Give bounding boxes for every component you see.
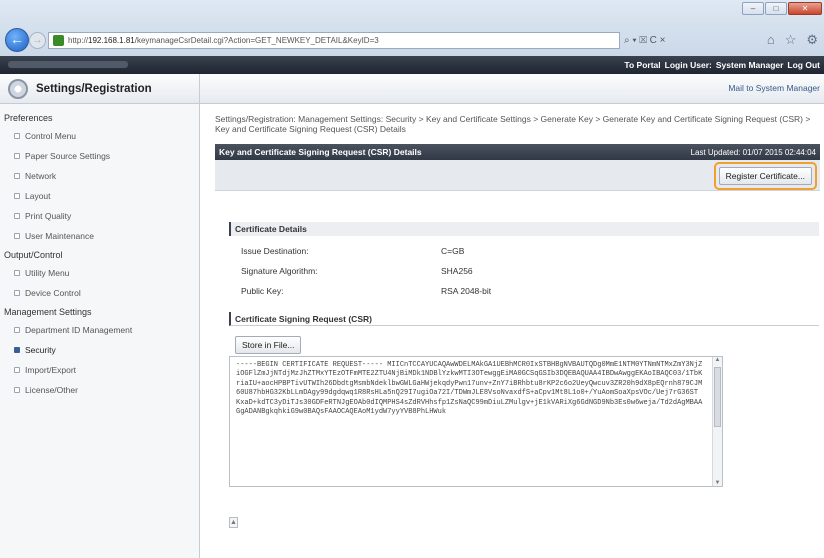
sidebar-item-label: Utility Menu xyxy=(25,268,70,278)
address-actions[interactable]: ⌕ ▾ ☒ C × xyxy=(620,32,690,49)
breadcrumb: Settings/Registration: Management Settin… xyxy=(215,114,811,134)
sidebar-item-layout[interactable]: Layout xyxy=(0,186,199,206)
csr-textarea[interactable]: -----BEGIN CERTIFICATE REQUEST----- MIIC… xyxy=(229,356,723,487)
sidebar-item-label: Control Menu xyxy=(25,131,77,141)
close-button[interactable]: ✕ xyxy=(788,2,822,15)
sidebar-item-security[interactable]: Security xyxy=(0,340,199,360)
address-bar[interactable]: http://192.168.1.81/keymanageCsrDetail.c… xyxy=(48,32,620,49)
bullet-icon xyxy=(14,153,20,159)
favorites-icon[interactable]: ☆ xyxy=(785,32,797,48)
url-path: /keymanageCsrDetail.cgi?Action=GET_NEWKE… xyxy=(134,36,379,45)
bullet-icon xyxy=(14,367,20,373)
top-bar: To Portal Login User: System Manager Log… xyxy=(0,56,824,74)
sidebar-item-label: Device Control xyxy=(25,288,81,298)
sidebar-heading-preferences: Preferences xyxy=(4,113,53,123)
forward-button[interactable]: → xyxy=(29,32,46,49)
sidebar-item-department-id[interactable]: Department ID Management xyxy=(0,320,199,340)
store-in-file-button[interactable]: Store in File... xyxy=(235,336,302,354)
bullet-icon xyxy=(14,387,20,393)
minimize-button[interactable]: – xyxy=(742,2,764,15)
sidebar-item-label: User Maintenance xyxy=(25,231,94,241)
sidebar: Preferences Control Menu Paper Source Se… xyxy=(0,104,200,558)
last-updated: Last Updated: 01/07 2015 02:44:04 xyxy=(690,147,816,157)
public-key-label: Public Key: xyxy=(241,286,284,296)
section-title: Key and Certificate Signing Request (CSR… xyxy=(219,147,422,157)
signature-algorithm-value: SHA256 xyxy=(441,266,473,276)
bullet-icon xyxy=(14,193,20,199)
scroll-thumb[interactable] xyxy=(714,367,721,427)
issue-destination-value: C=GB xyxy=(441,246,465,256)
home-icon[interactable]: ⌂ xyxy=(767,32,775,48)
csr-heading: Certificate Signing Request (CSR) xyxy=(229,312,819,326)
main-content: Settings/Registration: Management Settin… xyxy=(201,104,824,558)
mail-to-manager-link[interactable]: Mail to System Manager xyxy=(728,83,820,93)
register-highlight: Register Certificate... xyxy=(713,162,817,190)
app-title: Settings/Registration xyxy=(36,83,152,95)
scroll-up-icon[interactable]: ▲ xyxy=(714,357,721,363)
sidebar-heading-management: Management Settings xyxy=(4,307,92,317)
sidebar-item-import-export[interactable]: Import/Export xyxy=(0,360,199,380)
bullet-icon xyxy=(14,133,20,139)
public-key-value: RSA 2048-bit xyxy=(441,286,492,296)
brand-logo xyxy=(8,61,128,68)
browser-tools: ⌂ ☆ ⚙ xyxy=(767,32,818,48)
sidebar-item-label: Network xyxy=(25,171,57,181)
sidebar-item-user-maintenance[interactable]: User Maintenance xyxy=(0,226,199,246)
settings-icon[interactable]: ⚙ xyxy=(806,32,818,48)
url-prefix: http:// xyxy=(68,36,89,45)
app-title-area: Settings/Registration xyxy=(0,74,200,104)
maximize-button[interactable]: □ xyxy=(765,2,787,15)
bullet-icon xyxy=(14,347,20,353)
sidebar-item-network[interactable]: Network xyxy=(0,166,199,186)
page-top-icon[interactable]: ▲ xyxy=(229,517,238,528)
browser-chrome: – □ ✕ ← → http://192.168.1.81/keymanageC… xyxy=(0,0,824,56)
settings-gear-icon xyxy=(8,79,28,99)
sidebar-heading-output-control: Output/Control xyxy=(4,250,63,260)
signature-algorithm-label: Signature Algorithm: xyxy=(241,266,318,276)
sidebar-item-label: Paper Source Settings xyxy=(25,151,111,161)
certificate-details-heading: Certificate Details xyxy=(229,222,819,236)
sidebar-item-print-quality[interactable]: Print Quality xyxy=(0,206,199,226)
csr-scrollbar[interactable]: ▲ ▼ xyxy=(712,357,722,486)
button-bar: Register Certificate... xyxy=(215,160,820,191)
bullet-icon xyxy=(14,327,20,333)
login-user: System Manager xyxy=(715,60,784,70)
section-header: Key and Certificate Signing Request (CSR… xyxy=(215,144,820,160)
sidebar-item-label: Print Quality xyxy=(25,211,72,221)
login-user-label: Login User: xyxy=(664,60,712,70)
sidebar-item-utility-menu[interactable]: Utility Menu xyxy=(0,263,199,283)
sidebar-item-control-menu[interactable]: Control Menu xyxy=(0,126,199,146)
window-controls: – □ ✕ xyxy=(742,2,822,15)
bullet-icon xyxy=(14,233,20,239)
app-header: Settings/Registration Mail to System Man… xyxy=(0,74,824,104)
sidebar-item-label: Department ID Management xyxy=(25,325,133,335)
scroll-down-icon[interactable]: ▼ xyxy=(714,480,721,486)
back-button[interactable]: ← xyxy=(5,28,29,52)
bullet-icon xyxy=(14,270,20,276)
url-host: 192.168.1.81 xyxy=(88,36,135,45)
portal-link[interactable]: To Portal xyxy=(624,60,660,70)
register-certificate-button[interactable]: Register Certificate... xyxy=(718,167,812,185)
sidebar-item-label: Import/Export xyxy=(25,365,77,375)
sidebar-item-paper-source[interactable]: Paper Source Settings xyxy=(0,146,199,166)
sidebar-item-label: Security xyxy=(25,345,56,355)
bullet-icon xyxy=(14,213,20,219)
sidebar-item-license-other[interactable]: License/Other xyxy=(0,380,199,400)
csr-text: -----BEGIN CERTIFICATE REQUEST----- MIIC… xyxy=(236,361,703,417)
sidebar-item-device-control[interactable]: Device Control xyxy=(0,283,199,303)
sidebar-item-label: Layout xyxy=(25,191,51,201)
sidebar-item-label: License/Other xyxy=(25,385,78,395)
bullet-icon xyxy=(14,173,20,179)
bullet-icon xyxy=(14,290,20,296)
issue-destination-label: Issue Destination: xyxy=(241,246,309,256)
site-icon xyxy=(53,35,64,46)
logout-link[interactable]: Log Out xyxy=(787,60,820,70)
